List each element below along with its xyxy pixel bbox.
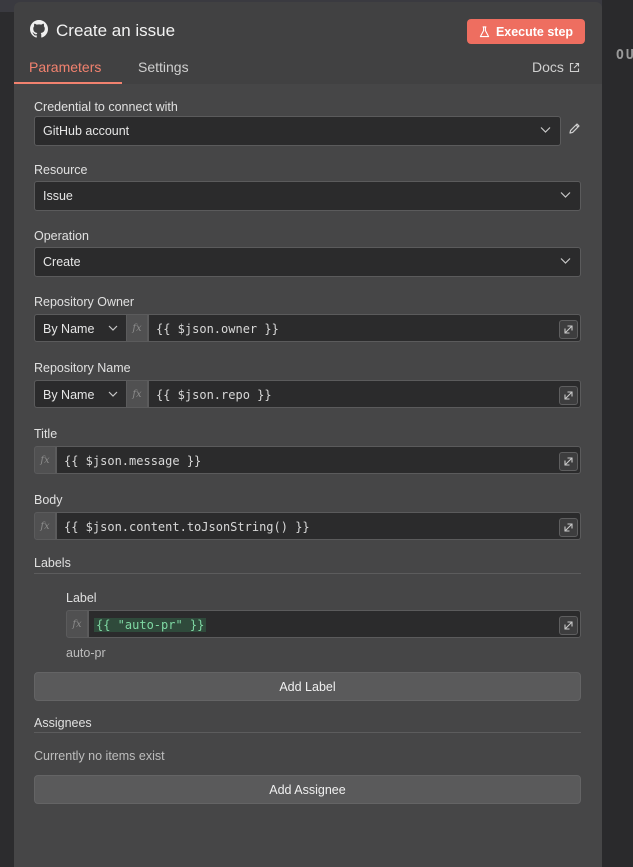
open-editor-icon — [564, 621, 573, 630]
chevron-down-icon — [560, 192, 571, 198]
expand-expression-button[interactable] — [559, 616, 578, 635]
background-canvas — [602, 0, 633, 867]
external-link-icon — [569, 62, 579, 72]
credential-value: GitHub account — [43, 124, 130, 138]
fx-icon: fx — [66, 610, 88, 638]
repository-owner-label: Repository Owner — [34, 295, 135, 309]
repository-name-expression-text: {{ $json.repo }} — [156, 388, 272, 402]
tab-parameters[interactable]: Parameters — [29, 59, 101, 75]
resource-label: Resource — [34, 163, 88, 177]
expand-expression-button[interactable] — [559, 320, 578, 339]
fx-icon: fx — [126, 380, 148, 408]
open-editor-icon — [564, 523, 573, 532]
open-editor-icon — [564, 391, 573, 400]
body-label: Body — [34, 493, 63, 507]
repository-owner-expression[interactable]: {{ $json.owner }} — [148, 314, 581, 342]
assignees-empty-text: Currently no items exist — [34, 749, 165, 763]
repository-name-row: By Name fx {{ $json.repo }} — [34, 380, 581, 408]
chevron-down-icon — [560, 258, 571, 264]
repository-owner-mode-select[interactable]: By Name — [34, 314, 126, 342]
title-row: fx {{ $json.message }} — [34, 446, 581, 474]
label-item-row: fx {{ "auto-pr" }} — [66, 610, 581, 638]
docs-link[interactable]: Docs — [532, 59, 580, 75]
repository-name-mode-select[interactable]: By Name — [34, 380, 126, 408]
background-output-label: OU — [616, 48, 633, 63]
chevron-down-icon — [108, 391, 118, 397]
repository-owner-expression-text: {{ $json.owner }} — [156, 322, 279, 336]
github-icon — [30, 20, 48, 38]
open-editor-icon — [564, 457, 573, 466]
section-divider — [34, 732, 581, 733]
label-expression-text: {{ "auto-pr" }} — [94, 618, 207, 632]
flask-icon — [479, 25, 490, 37]
expand-expression-button[interactable] — [559, 452, 578, 471]
labels-section-title: Labels — [34, 556, 71, 570]
section-divider — [34, 573, 581, 574]
docs-label: Docs — [532, 59, 564, 75]
title-expression[interactable]: {{ $json.message }} — [56, 446, 581, 474]
parameters-content: Credential to connect with GitHub accoun… — [14, 84, 602, 867]
title-label: Title — [34, 427, 58, 441]
fx-icon: fx — [126, 314, 148, 342]
chevron-down-icon — [540, 127, 551, 133]
label-item-label: Label — [66, 591, 97, 605]
credential-label: Credential to connect with — [34, 100, 178, 114]
repository-name-mode: By Name — [43, 388, 95, 402]
repository-name-label: Repository Name — [34, 361, 131, 375]
credential-select[interactable]: GitHub account — [34, 116, 561, 146]
edit-credential-icon[interactable] — [568, 122, 581, 135]
operation-label: Operation — [34, 229, 89, 243]
add-assignee-button[interactable]: Add Assignee — [34, 775, 581, 804]
assignees-section-title: Assignees — [34, 716, 92, 730]
repository-owner-row: By Name fx {{ $json.owner }} — [34, 314, 581, 342]
body-row: fx {{ $json.content.toJsonString() }} — [34, 512, 581, 540]
operation-value: Create — [43, 255, 81, 269]
repository-name-expression[interactable]: {{ $json.repo }} — [148, 380, 581, 408]
label-expression[interactable]: {{ "auto-pr" }} — [88, 610, 581, 638]
body-expression-text: {{ $json.content.toJsonString() }} — [64, 520, 310, 534]
repository-owner-mode: By Name — [43, 322, 95, 336]
expand-expression-button[interactable] — [559, 386, 578, 405]
execute-step-label: Execute step — [495, 24, 574, 39]
execute-step-button[interactable]: Execute step — [467, 19, 585, 44]
operation-select[interactable]: Create — [34, 247, 581, 277]
label-expression-preview: auto-pr — [66, 646, 106, 660]
add-label-button[interactable]: Add Label — [34, 672, 581, 701]
chevron-down-icon — [108, 325, 118, 331]
fx-icon: fx — [34, 446, 56, 474]
node-parameters-panel: Create an issue Execute step Parameters … — [14, 2, 602, 867]
title-expression-text: {{ $json.message }} — [64, 454, 202, 468]
resource-value: Issue — [43, 189, 73, 203]
expand-expression-button[interactable] — [559, 518, 578, 537]
body-expression[interactable]: {{ $json.content.toJsonString() }} — [56, 512, 581, 540]
tab-settings[interactable]: Settings — [138, 59, 189, 75]
open-editor-icon — [564, 325, 573, 334]
panel-title: Create an issue — [56, 21, 176, 40]
resource-select[interactable]: Issue — [34, 181, 581, 211]
fx-icon: fx — [34, 512, 56, 540]
